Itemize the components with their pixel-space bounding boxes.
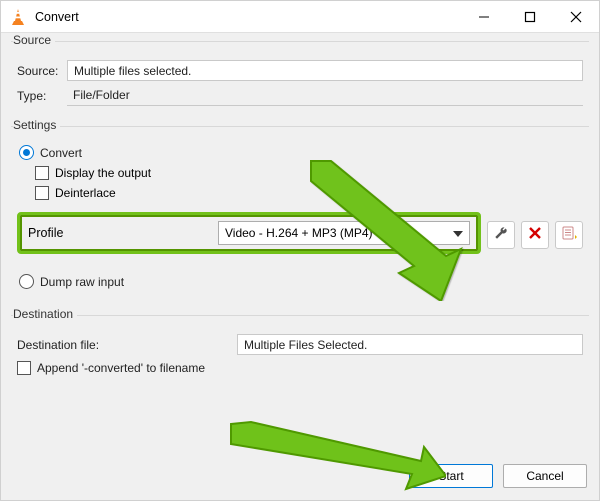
deinterlace-label: Deinterlace	[55, 186, 116, 200]
destination-file-field[interactable]: Multiple Files Selected.	[237, 334, 583, 355]
profile-label: Profile	[28, 226, 218, 240]
start-button[interactable]: Start	[409, 464, 493, 488]
cancel-button[interactable]: Cancel	[503, 464, 587, 488]
display-output-label: Display the output	[55, 166, 151, 180]
destination-file-label: Destination file:	[17, 338, 237, 352]
source-value: Multiple files selected.	[74, 64, 191, 78]
convert-radio-label: Convert	[40, 146, 82, 160]
dump-raw-radio[interactable]	[19, 274, 34, 289]
source-group: Source Source: Multiple files selected. …	[11, 41, 589, 118]
new-profile-button[interactable]	[555, 221, 583, 249]
deinterlace-checkbox[interactable]	[35, 186, 49, 200]
delete-icon	[528, 226, 542, 245]
type-label: Type:	[17, 89, 67, 103]
profile-select[interactable]: Video - H.264 + MP3 (MP4)	[218, 221, 470, 245]
profile-row-highlight: Profile Video - H.264 + MP3 (MP4)	[17, 212, 481, 254]
vlc-icon	[9, 8, 27, 26]
cancel-button-label: Cancel	[526, 469, 563, 483]
append-converted-label: Append '-converted' to filename	[37, 361, 205, 375]
display-output-checkbox[interactable]	[35, 166, 49, 180]
close-button[interactable]	[553, 1, 599, 32]
wrench-icon	[493, 225, 509, 246]
chevron-down-icon	[453, 226, 463, 240]
settings-group: Settings Convert Display the output Dein…	[11, 126, 589, 307]
dialog-buttons: Start Cancel	[409, 464, 587, 488]
settings-legend: Settings	[13, 118, 60, 132]
append-converted-checkbox[interactable]	[17, 361, 31, 375]
source-field[interactable]: Multiple files selected.	[67, 60, 583, 81]
titlebar: Convert	[1, 1, 599, 33]
dump-raw-label: Dump raw input	[40, 275, 124, 289]
window-buttons	[461, 1, 599, 32]
minimize-button[interactable]	[461, 1, 507, 32]
edit-profile-button[interactable]	[487, 221, 515, 249]
start-button-label: Start	[438, 469, 463, 483]
destination-file-value: Multiple Files Selected.	[244, 338, 367, 352]
type-field: File/Folder	[67, 85, 583, 106]
destination-legend: Destination	[13, 307, 77, 321]
new-profile-icon	[561, 225, 577, 246]
source-label: Source:	[17, 64, 67, 78]
maximize-button[interactable]	[507, 1, 553, 32]
convert-radio[interactable]	[19, 145, 34, 160]
destination-group: Destination Destination file: Multiple F…	[11, 315, 589, 387]
delete-profile-button[interactable]	[521, 221, 549, 249]
type-value: File/Folder	[73, 88, 130, 102]
window-title: Convert	[35, 10, 461, 24]
source-legend: Source	[13, 33, 55, 47]
profile-value: Video - H.264 + MP3 (MP4)	[225, 226, 373, 240]
convert-dialog: Convert Source Source: Multiple files se…	[0, 0, 600, 501]
